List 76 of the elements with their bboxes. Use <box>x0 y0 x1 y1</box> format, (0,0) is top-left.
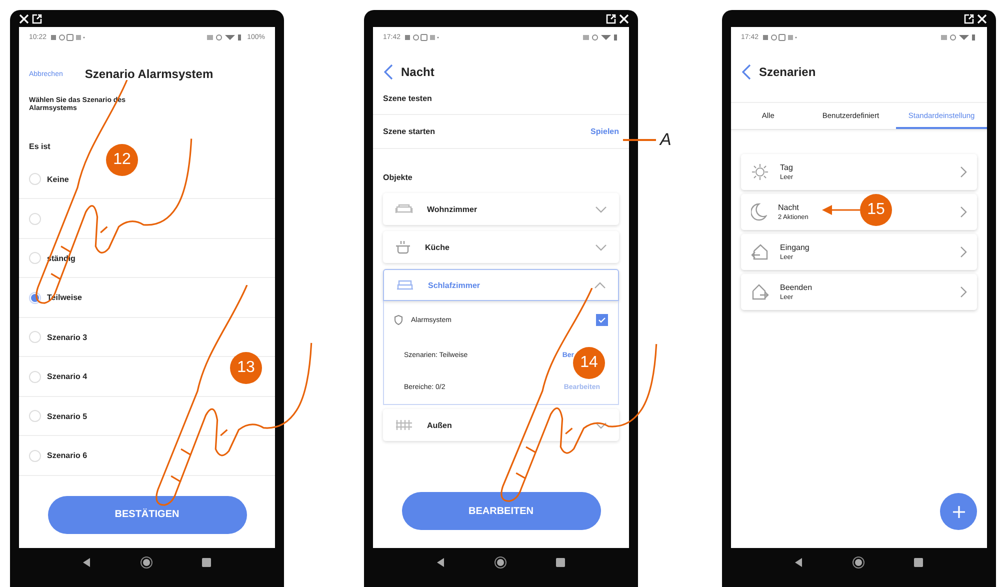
sofa-icon <box>395 204 413 214</box>
system-status-icons <box>583 34 619 40</box>
close-icon[interactable] <box>977 14 987 24</box>
system-status-icons <box>941 34 977 40</box>
section-label: Es ist <box>28 142 52 151</box>
room-item[interactable]: Wohnzimmer <box>383 193 619 225</box>
back-icon[interactable] <box>384 64 393 80</box>
shield-icon <box>394 315 403 325</box>
radio-option[interactable]: Szenario 6 <box>19 436 275 476</box>
external-window-icon[interactable] <box>32 14 42 24</box>
screen-title: Szenario Alarmsystem <box>84 67 214 81</box>
radio-icon[interactable] <box>29 252 41 264</box>
leader-line <box>623 139 656 140</box>
option-label: Szenario 4 <box>47 372 88 382</box>
chevron-right-icon <box>960 246 967 258</box>
notification-icons <box>762 34 797 40</box>
arrow-icon <box>822 205 860 215</box>
system-status-icons <box>207 34 244 40</box>
scene-name: Eingang <box>780 243 810 252</box>
house-enter-icon <box>751 244 769 260</box>
recents-nav-icon[interactable] <box>914 558 923 567</box>
house-exit-icon <box>751 284 769 300</box>
option-label: Szenario 5 <box>47 412 88 421</box>
add-button[interactable] <box>940 493 977 530</box>
radio-icon[interactable] <box>29 212 41 225</box>
scene-name: Beenden <box>780 283 812 292</box>
back-icon[interactable] <box>742 64 751 80</box>
section-label: Objekte <box>382 173 414 182</box>
bed-icon <box>396 280 414 290</box>
radio-icon[interactable] <box>29 292 41 304</box>
home-nav-icon[interactable] <box>852 556 865 569</box>
recents-nav-icon[interactable] <box>202 558 211 567</box>
row-label: Szene starten <box>383 127 436 136</box>
moon-icon <box>751 203 767 221</box>
back-nav-icon[interactable] <box>437 558 446 567</box>
back-nav-icon[interactable] <box>795 558 804 567</box>
chevron-right-icon <box>960 206 967 218</box>
option-label: Szenario 3 <box>47 332 88 342</box>
screen-title: Nacht <box>401 65 434 79</box>
fence-icon <box>395 419 413 431</box>
notification-icons <box>50 34 85 40</box>
plus-icon <box>952 504 966 518</box>
room-item[interactable]: Küche <box>383 231 619 263</box>
room-item[interactable]: Außen <box>383 409 619 441</box>
screen-title: Szenarien <box>759 65 816 79</box>
home-nav-icon[interactable] <box>494 556 507 569</box>
scene-name: Nacht <box>778 203 799 212</box>
option-label: Szenario 6 <box>47 451 88 460</box>
radio-icon[interactable] <box>29 370 41 383</box>
close-icon[interactable] <box>619 14 629 24</box>
external-window-icon[interactable] <box>606 14 616 24</box>
pot-icon <box>395 240 411 254</box>
chevron-right-icon <box>960 286 967 298</box>
chevron-up-icon <box>594 282 606 288</box>
section-label: Szene testen <box>382 94 433 103</box>
chevron-down-icon <box>595 244 607 250</box>
scene-name: Tag <box>780 163 793 172</box>
radio-icon[interactable] <box>29 450 41 462</box>
radio-icon[interactable] <box>29 173 41 186</box>
option-label: Keine <box>47 174 69 184</box>
checkmark-icon <box>598 317 606 323</box>
home-nav-icon[interactable] <box>140 556 153 569</box>
callout-letter: A <box>660 130 672 150</box>
radio-icon[interactable] <box>29 331 41 344</box>
sun-icon <box>751 163 769 181</box>
close-icon[interactable] <box>19 14 29 24</box>
external-window-icon[interactable] <box>964 14 974 24</box>
recents-nav-icon[interactable] <box>556 558 565 567</box>
checkbox[interactable] <box>596 314 608 326</box>
radio-option[interactable]: Szenario 5 <box>19 396 275 436</box>
back-nav-icon[interactable] <box>83 558 92 567</box>
notification-icons <box>404 34 439 40</box>
chevron-down-icon <box>595 206 607 212</box>
chevron-right-icon <box>960 166 967 178</box>
radio-icon[interactable] <box>29 410 41 422</box>
chevron-down-icon <box>595 422 607 428</box>
